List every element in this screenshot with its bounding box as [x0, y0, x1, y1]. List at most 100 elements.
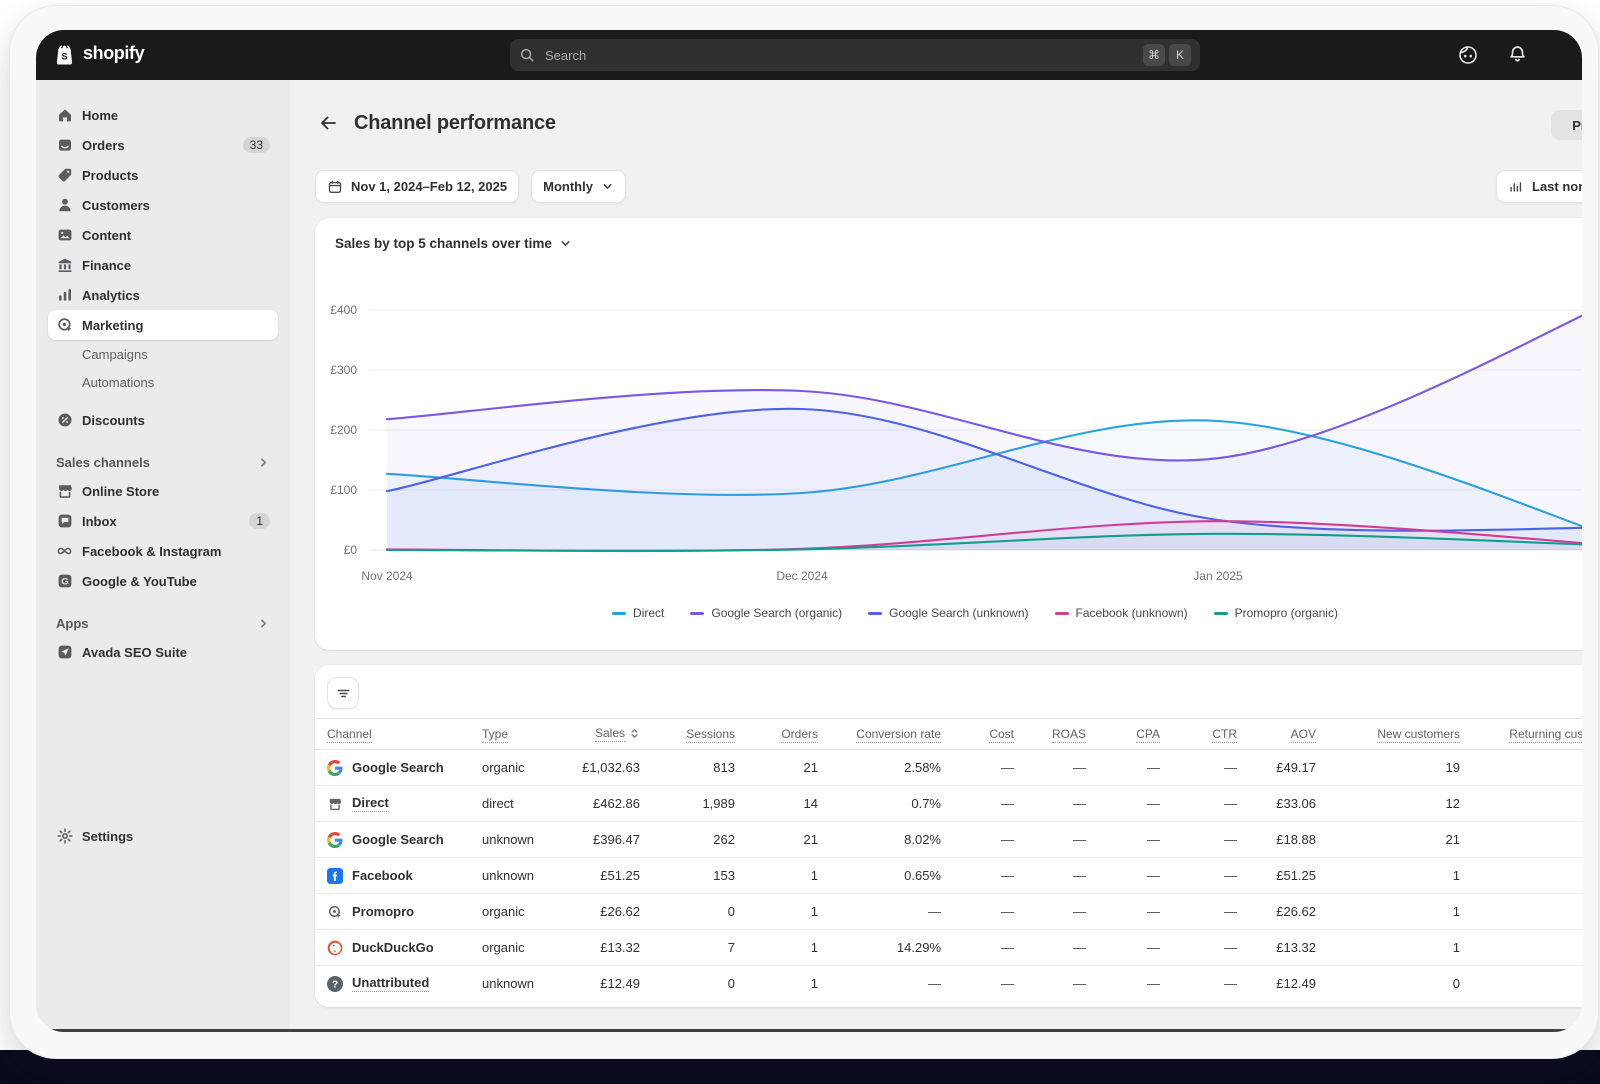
table-row[interactable]: Google Searchunknown£396.47262218.02%———… — [315, 822, 1582, 858]
table-row[interactable]: ?Unattributedunknown£12.4901—————£12.490 — [315, 966, 1582, 1001]
table-row[interactable]: Facebookunknown£51.2515310.65%————£51.25… — [315, 858, 1582, 894]
table-cell: 1 — [735, 940, 818, 955]
sort-icon — [629, 728, 640, 742]
date-range-button[interactable]: Nov 1, 2024–Feb 12, 2025 — [315, 170, 519, 203]
legend-swatch — [690, 612, 704, 615]
sidebar-item-facebook-instagram[interactable]: Facebook & Instagram — [48, 536, 278, 566]
table-cell: — — [1014, 760, 1086, 775]
table-cell: 153 — [640, 868, 735, 883]
table-cell: 813 — [640, 760, 735, 775]
sidebar-item-inbox[interactable]: Inbox 1 — [48, 506, 278, 536]
sidebar-item-marketing[interactable]: Marketing — [48, 310, 278, 340]
table-row[interactable]: Promoproorganic£26.6201—————£26.621 — [315, 894, 1582, 930]
column-header-sales[interactable]: Sales — [577, 726, 640, 742]
column-header-aov[interactable]: AOV — [1237, 727, 1316, 741]
sidebar-item-settings[interactable]: Settings — [48, 821, 278, 851]
sidekick-assistant-icon[interactable] — [1457, 44, 1479, 66]
sidebar-item-discounts[interactable]: Discounts — [48, 405, 278, 435]
duckduckgo-icon — [327, 940, 343, 956]
table-cell: — — [1014, 904, 1086, 919]
table-row[interactable]: Google Searchorganic£1,032.63813212.58%—… — [315, 750, 1582, 786]
chevron-right-icon — [257, 456, 270, 469]
legend-item[interactable]: Google Search (organic) — [690, 606, 842, 620]
granularity-dropdown[interactable]: Monthly — [531, 170, 626, 203]
sidebar-item-products[interactable]: Products — [48, 160, 278, 190]
channel-link[interactable]: DuckDuckGo — [352, 940, 434, 955]
chart-title-dropdown[interactable]: Sales by top 5 channels over time — [335, 236, 572, 251]
column-header-returning-customers[interactable]: Returning customers — [1460, 727, 1582, 741]
date-range-label: Nov 1, 2024–Feb 12, 2025 — [351, 179, 507, 194]
column-header-cpa[interactable]: CPA — [1086, 727, 1160, 741]
chevron-right-icon — [257, 617, 270, 630]
attribution-model-button[interactable]: Last non-direct click — [1496, 170, 1582, 203]
channel-table-card: ChannelTypeSalesSessionsOrdersConversion… — [315, 665, 1582, 1007]
back-arrow-icon[interactable] — [315, 110, 341, 136]
legend-item[interactable]: Promopro (organic) — [1214, 606, 1338, 620]
channel-link[interactable]: Facebook — [352, 868, 413, 883]
page-title: Channel performance — [354, 112, 556, 135]
sidebar-item-orders[interactable]: Orders 33 — [48, 130, 278, 160]
legend-item[interactable]: Google Search (unknown) — [868, 606, 1028, 620]
column-header-conversion-rate[interactable]: Conversion rate — [818, 727, 941, 741]
sidebar-item-customers[interactable]: Customers — [48, 190, 278, 220]
analytics-icon — [56, 286, 74, 304]
table-cell: 1 — [735, 904, 818, 919]
table-cell: £13.32 — [1237, 940, 1316, 955]
column-header-new-customers[interactable]: New customers — [1316, 727, 1460, 741]
table-cell: organic — [482, 904, 577, 919]
column-header-ctr[interactable]: CTR — [1160, 727, 1237, 741]
sidebar-item-label: Orders — [82, 138, 125, 153]
table-cell: — — [1160, 940, 1237, 955]
sidebar-item-content[interactable]: Content — [48, 220, 278, 250]
svg-text:Nov 2024: Nov 2024 — [361, 569, 413, 583]
column-header-sessions[interactable]: Sessions — [640, 727, 735, 741]
print-button[interactable]: Print — [1551, 110, 1582, 140]
sidebar-subitem-automations[interactable]: Automations — [48, 368, 278, 396]
sales-chart-card: Sales by top 5 channels over time £0£100… — [315, 218, 1582, 650]
marketing-icon — [56, 316, 74, 334]
global-search[interactable]: ⌘ K — [510, 39, 1200, 71]
column-header-orders[interactable]: Orders — [735, 727, 818, 741]
table-cell: — — [1160, 760, 1237, 775]
table-cell: 14 — [735, 796, 818, 811]
legend-item[interactable]: Facebook (unknown) — [1055, 606, 1188, 620]
sidebar-item-finance[interactable]: Finance — [48, 250, 278, 280]
sidebar-item-home[interactable]: Home — [48, 100, 278, 130]
attribution-label: Last non-direct click — [1532, 179, 1582, 194]
column-header-type[interactable]: Type — [482, 727, 577, 741]
sidebar-section-sales-channels[interactable]: Sales channels — [48, 448, 278, 476]
column-header-cost[interactable]: Cost — [941, 727, 1014, 741]
table-cell: — — [941, 760, 1014, 775]
channel-link[interactable]: Unattributed — [352, 975, 429, 992]
sidebar-subitem-campaigns[interactable]: Campaigns — [48, 340, 278, 368]
column-header-roas[interactable]: ROAS — [1014, 727, 1086, 741]
gyt-icon: G — [56, 572, 74, 590]
channel-link[interactable]: Direct — [352, 795, 389, 812]
table-cell: — — [941, 796, 1014, 811]
channel-link[interactable]: Google Search — [352, 760, 444, 775]
sidebar-item-avada-seo-suite[interactable]: Avada SEO Suite — [48, 637, 278, 667]
table-row[interactable]: DuckDuckGoorganic£13.327114.29%————£13.3… — [315, 930, 1582, 966]
channel-link[interactable]: Promopro — [352, 904, 414, 919]
table-cell: £26.62 — [1237, 904, 1316, 919]
search-input[interactable] — [543, 47, 1143, 64]
notifications-bell-icon[interactable] — [1507, 44, 1528, 66]
channel-link[interactable]: Google Search — [352, 832, 444, 847]
sidebar-item-online-store[interactable]: Online Store — [48, 476, 278, 506]
sidebar-item-label: Analytics — [82, 288, 140, 303]
shopify-logo[interactable]: S shopify — [52, 41, 144, 66]
column-header-channel[interactable]: Channel — [327, 727, 482, 741]
svg-text:G: G — [61, 577, 68, 588]
table-cell: — — [1014, 796, 1086, 811]
table-cell: £396.47 — [577, 832, 640, 847]
cmd-key: ⌘ — [1143, 44, 1165, 66]
svg-text:S: S — [61, 51, 68, 62]
sidebar-item-google-youtube[interactable]: G Google & YouTube — [48, 566, 278, 596]
legend-item[interactable]: Direct — [612, 606, 664, 620]
sidebar-item-label: Facebook & Instagram — [82, 544, 221, 559]
filter-button[interactable] — [327, 677, 359, 709]
sidebar-section-apps[interactable]: Apps — [48, 609, 278, 637]
sidebar-item-label: Settings — [82, 829, 133, 844]
sidebar-item-analytics[interactable]: Analytics — [48, 280, 278, 310]
table-row[interactable]: Directdirect£462.861,989140.7%————£33.06… — [315, 786, 1582, 822]
